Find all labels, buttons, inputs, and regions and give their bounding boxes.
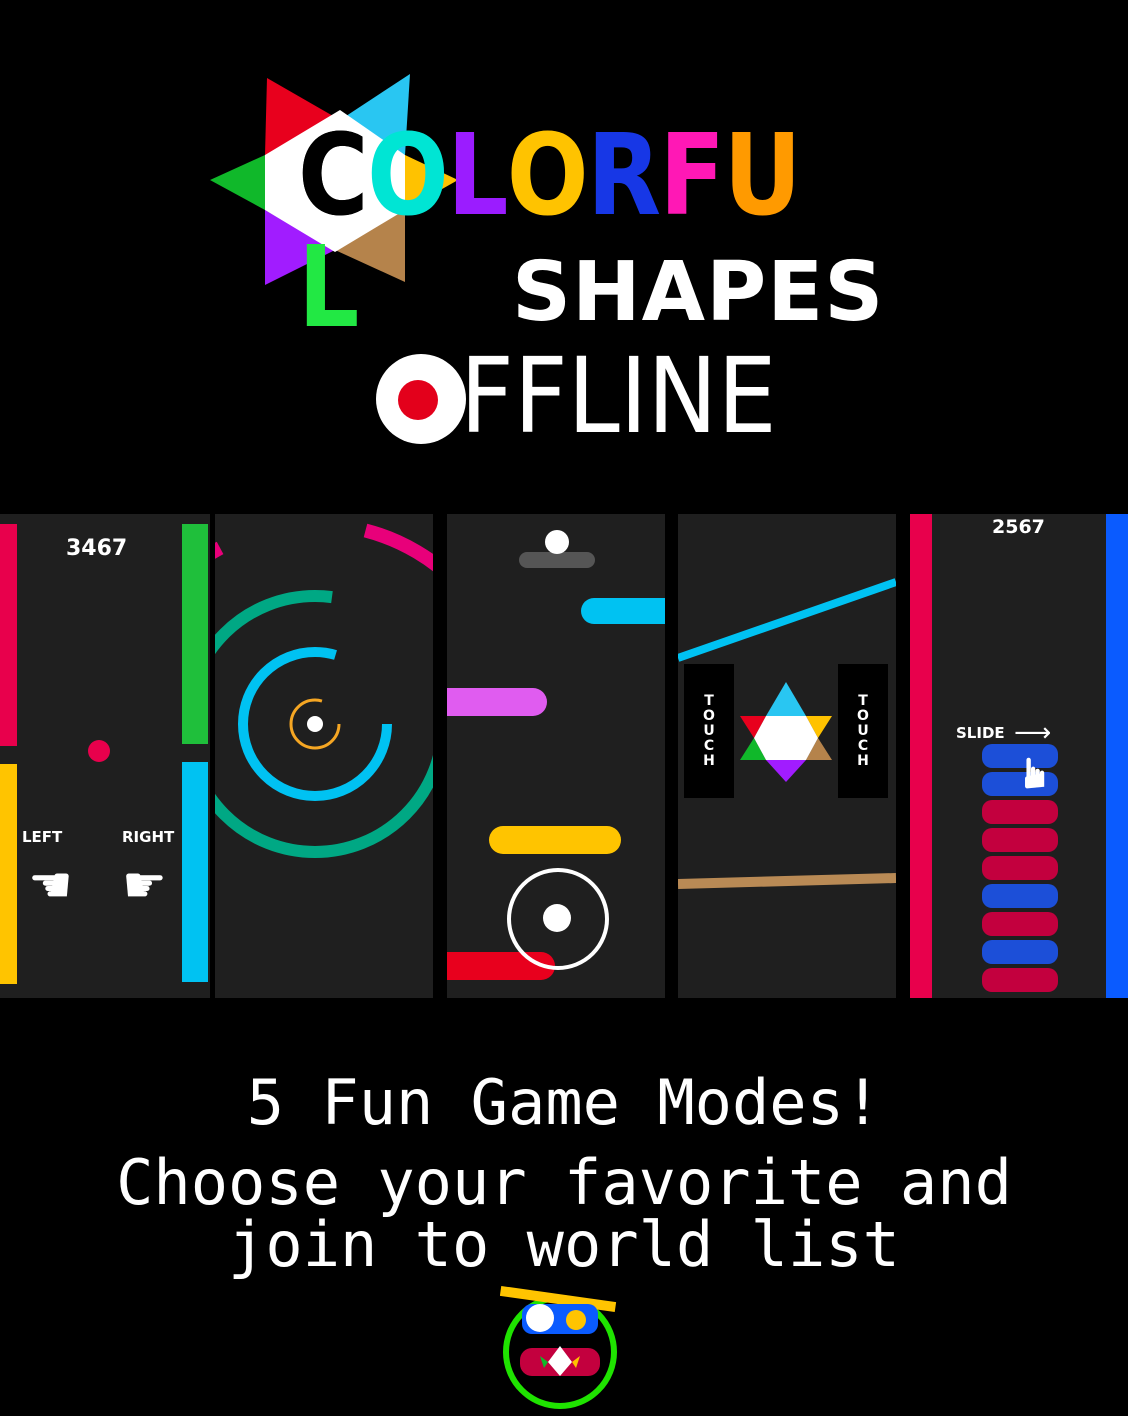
- ring-rings: [215, 517, 433, 931]
- stack-block: [982, 912, 1058, 936]
- game-mode-panel-3[interactable]: [447, 514, 665, 998]
- title-letter: F: [659, 111, 725, 241]
- offline-text: FFLINE: [460, 335, 777, 457]
- bar-magenta: [447, 688, 547, 716]
- wall-red: [910, 514, 932, 998]
- wall-red: [0, 524, 17, 746]
- left-label: LEFT: [22, 828, 63, 846]
- game-mode-panel-1[interactable]: 3467 LEFT RIGHT ☛ ☛: [0, 514, 210, 998]
- wall-cyan: [182, 762, 208, 982]
- stack-block: [982, 856, 1058, 880]
- title-letter: U: [723, 111, 802, 241]
- wall-yellow: [0, 764, 17, 984]
- stack-block: [982, 968, 1058, 992]
- bar-yellow: [489, 826, 621, 854]
- tagline-join: join to world list: [228, 1208, 900, 1281]
- arrow-right-icon: ⟶: [1014, 718, 1052, 748]
- title-shapes: SHAPES: [512, 245, 885, 340]
- title-letter: L: [298, 223, 359, 353]
- bar-cyan: [581, 598, 665, 624]
- offline-dot-icon: [376, 354, 466, 444]
- stack-block: [982, 940, 1058, 964]
- wall-green: [182, 524, 208, 744]
- app-icon: [500, 1285, 617, 1409]
- game-mode-panel-5[interactable]: 2567 SLIDE ⟶ ☛: [910, 514, 1128, 998]
- pointing-hand-icon: ☛: [28, 856, 73, 914]
- game-mode-panel-4[interactable]: TOUCH TOUCH: [678, 514, 896, 998]
- star-logo-icon: [740, 682, 832, 782]
- start-platform: [519, 552, 595, 568]
- pointing-hand-icon: ☛: [122, 856, 167, 914]
- title-letter: C: [298, 111, 369, 241]
- touch-right-label: TOUCH: [857, 693, 869, 769]
- stack-block: [982, 800, 1058, 824]
- tagline-modes: 5 Fun Game Modes!: [246, 1066, 882, 1139]
- touch-left-label: TOUCH: [703, 693, 715, 769]
- title-letter: R: [586, 111, 661, 241]
- ball: [543, 904, 571, 932]
- title-letter: L: [447, 111, 508, 241]
- stack-block: [982, 884, 1058, 908]
- right-label: RIGHT: [122, 828, 175, 846]
- pointing-hand-icon: ☛: [1009, 754, 1059, 792]
- score: 3467: [66, 536, 128, 561]
- title-letter: O: [506, 111, 589, 241]
- ball: [545, 530, 569, 554]
- slide-label: SLIDE: [956, 724, 1005, 742]
- wall-blue: [1106, 514, 1128, 998]
- score: 2567: [992, 516, 1045, 538]
- game-mode-panel-2[interactable]: [215, 514, 433, 998]
- stack-block: [982, 828, 1058, 852]
- ball: [88, 740, 110, 762]
- title-letter: O: [366, 111, 449, 241]
